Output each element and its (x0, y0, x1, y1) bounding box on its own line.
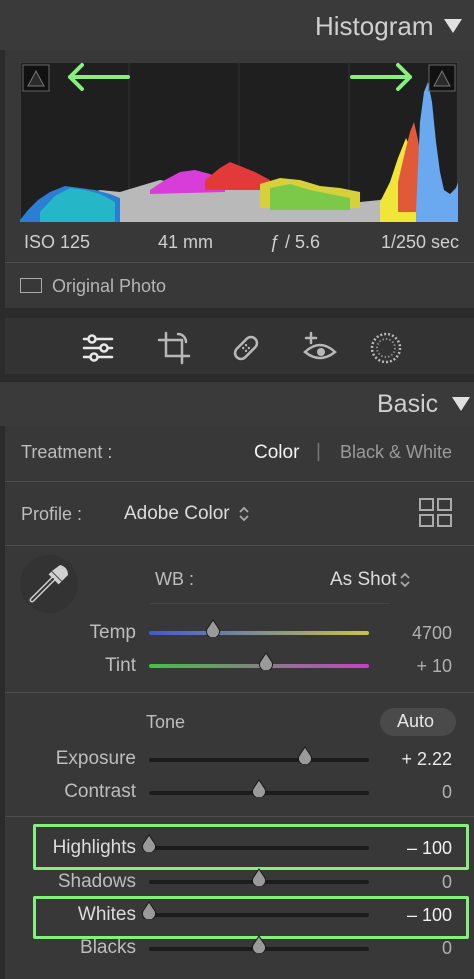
heal-icon[interactable] (228, 330, 264, 366)
exposure-slider-thumb[interactable] (296, 746, 314, 764)
collapse-triangle-icon[interactable] (452, 397, 470, 411)
shutter-speed-value: 1/250 sec (381, 232, 460, 252)
histogram-graph (20, 62, 458, 222)
treatment-bw-option[interactable]: Black & White (340, 442, 452, 463)
highlights-slider-thumb[interactable] (140, 834, 158, 852)
aperture-value: ƒ / 5.6 (270, 232, 321, 252)
shadows-slider-thumb[interactable] (250, 868, 268, 886)
shadows-value[interactable]: 0 (362, 872, 452, 893)
treatment-label: Treatment : (21, 442, 113, 462)
temp-value[interactable]: 4700 (362, 623, 452, 644)
collapse-triangle-icon[interactable] (444, 19, 462, 33)
original-photo-checkbox-icon[interactable] (20, 278, 42, 293)
blacks-value[interactable]: 0 (362, 938, 452, 959)
tint-slider-thumb[interactable] (257, 652, 275, 670)
wb-label: WB : (155, 569, 194, 589)
tint-label: Tint (105, 655, 136, 676)
exposure-value[interactable]: + 2.22 (362, 749, 452, 770)
focal-length-value: 41 mm (158, 232, 214, 252)
highlights-slider-track[interactable] (149, 846, 369, 850)
whites-slider-track[interactable] (149, 913, 369, 917)
treatment-separator: | (316, 441, 321, 462)
treatment-color-option[interactable]: Color (254, 442, 299, 464)
tint-value[interactable]: + 10 (362, 656, 452, 677)
blacks-slider-thumb[interactable] (250, 935, 268, 953)
contrast-label: Contrast (64, 781, 136, 802)
histogram-header[interactable]: Histogram (0, 0, 474, 50)
profile-browser-grid-icon[interactable] (419, 498, 453, 528)
divider (5, 692, 474, 693)
contrast-value[interactable]: 0 (362, 782, 452, 803)
profile-label: Profile : (21, 504, 83, 524)
auto-button-label: Auto (397, 711, 435, 731)
edit-sliders-icon[interactable] (80, 330, 116, 366)
divider (5, 481, 474, 482)
updown-chevron-icon[interactable] (238, 505, 250, 523)
red-eye-icon[interactable] (302, 330, 338, 366)
exposure-slider-track[interactable] (149, 758, 369, 762)
shadows-label: Shadows (57, 871, 136, 892)
updown-chevron-icon[interactable] (399, 571, 411, 589)
temp-slider-track[interactable] (149, 631, 369, 635)
highlights-label: Highlights (52, 837, 136, 858)
whites-slider-thumb[interactable] (140, 901, 158, 919)
original-photo-label[interactable]: Original Photo (52, 276, 166, 297)
divider (5, 816, 474, 817)
exposure-label: Exposure (55, 748, 136, 769)
divider (5, 545, 474, 546)
basic-header[interactable]: Basic (0, 382, 474, 426)
eyedropper-icon[interactable] (20, 555, 78, 613)
profile-dropdown[interactable]: Adobe Color (124, 503, 230, 525)
iso-value: ISO 125 (24, 232, 91, 252)
divider (150, 603, 390, 604)
auto-button[interactable]: Auto (380, 708, 456, 736)
wb-dropdown[interactable]: As Shot (330, 569, 397, 591)
blacks-label: Blacks (80, 937, 136, 958)
crop-icon[interactable] (156, 330, 192, 366)
tone-label: Tone (146, 712, 186, 732)
basic-title: Basic (377, 390, 439, 418)
histogram-title: Histogram (315, 11, 434, 41)
mask-icon[interactable] (368, 330, 404, 366)
temp-label: Temp (89, 622, 136, 643)
whites-value[interactable]: – 100 (362, 905, 452, 926)
highlights-value[interactable]: – 100 (362, 838, 452, 859)
contrast-slider-thumb[interactable] (250, 779, 268, 797)
whites-label: Whites (77, 904, 136, 925)
divider (5, 262, 474, 263)
temp-slider-thumb[interactable] (204, 619, 222, 637)
